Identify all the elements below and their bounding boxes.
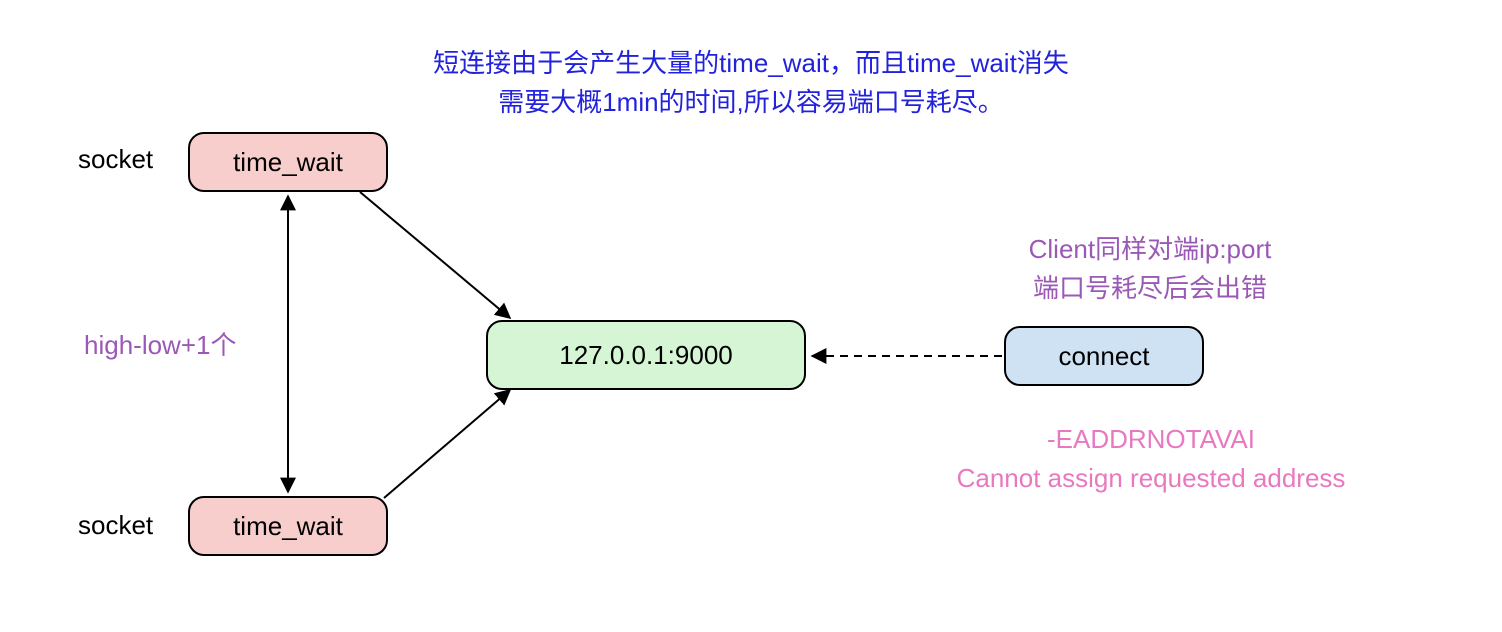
timewait-node-bottom: time_wait — [188, 496, 388, 556]
socket-label-top: socket — [78, 144, 153, 175]
timewait-node-top: time_wait — [188, 132, 388, 192]
timewait-bottom-text: time_wait — [233, 511, 343, 542]
title-line-2: 需要大概1min的时间,所以容易端口号耗尽。 — [498, 87, 1004, 117]
error-line-1: -EADDRNOTAVAI — [1047, 424, 1255, 454]
server-node: 127.0.0.1:9000 — [486, 320, 806, 390]
server-addr-text: 127.0.0.1:9000 — [559, 340, 733, 371]
error-text: -EADDRNOTAVAI Cannot assign requested ad… — [926, 420, 1376, 498]
edge-top-to-server — [360, 192, 510, 318]
diagram-canvas: 短连接由于会产生大量的time_wait，而且time_wait消失 需要大概1… — [0, 0, 1502, 632]
highlow-label: high-low+1个 — [84, 326, 236, 365]
connect-text: connect — [1058, 341, 1149, 372]
client-note: Client同样对端ip:port 端口号耗尽后会出错 — [960, 230, 1340, 308]
error-line-2: Cannot assign requested address — [957, 463, 1346, 493]
socket-label-bottom: socket — [78, 510, 153, 541]
timewait-top-text: time_wait — [233, 147, 343, 178]
client-note-line-2: 端口号耗尽后会出错 — [1033, 273, 1267, 303]
client-note-line-1: Client同样对端ip:port — [1029, 234, 1272, 264]
edge-bottom-to-server — [384, 390, 510, 498]
connect-node: connect — [1004, 326, 1204, 386]
title-line-1: 短连接由于会产生大量的time_wait，而且time_wait消失 — [433, 48, 1069, 78]
title-text: 短连接由于会产生大量的time_wait，而且time_wait消失 需要大概1… — [0, 44, 1502, 122]
